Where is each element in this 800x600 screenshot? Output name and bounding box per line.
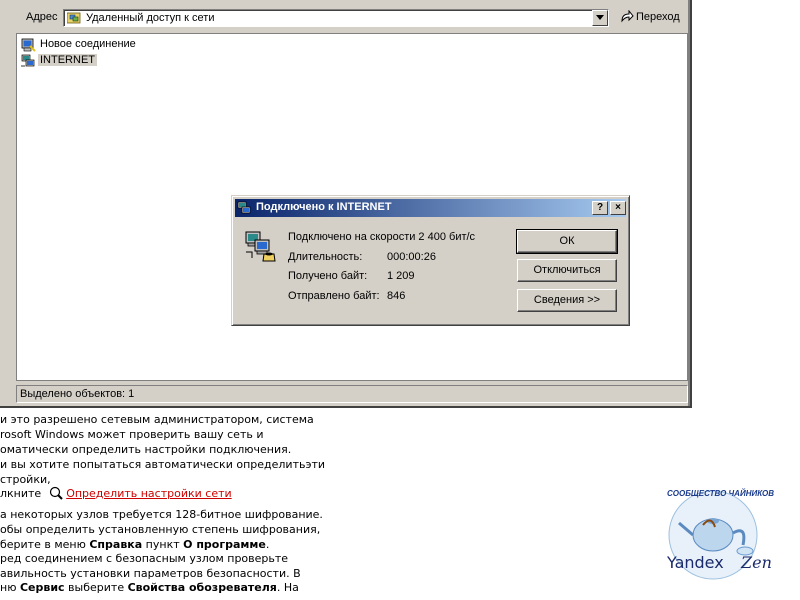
yandex-zen-logo: СООБЩЕСТВО ЧАЙНИКОВ Yandex Zen: [655, 485, 775, 585]
new-connection-icon: [21, 38, 36, 52]
help-browser-props: Свойства обозревателя: [127, 581, 277, 594]
address-label: Адрес: [26, 11, 58, 23]
received-value: 1 209: [387, 270, 415, 282]
status-text: Выделено объектов: 1: [20, 388, 135, 400]
help-text-line: а некоторых узлов требуется 128-битное ш…: [0, 508, 323, 521]
dialup-folder-icon: [67, 12, 81, 24]
duration-label: Длительность:: [288, 251, 363, 263]
connection-icon: [237, 201, 251, 214]
duration-value: 000:00:26: [387, 251, 436, 263]
detect-settings-link[interactable]: Определить настройки сети: [66, 487, 231, 500]
help-menu-item-word: пункт: [142, 538, 184, 551]
status-bar: Выделено объектов: 1: [16, 385, 688, 403]
dialog-titlebar[interactable]: Подключено к INTERNET ? ×: [235, 199, 626, 217]
help-text-line: rosoft Windows может проверить вашу сеть…: [0, 428, 264, 441]
help-service-line: ню Сервис выберите Свойства обозревателя…: [0, 580, 299, 595]
help-text-line: оматически определить настройки подключе…: [0, 443, 292, 456]
help-text-line: обы определить установленную степень шиф…: [0, 523, 321, 536]
explorer-right-edge: [688, 0, 690, 406]
explorer-left-edge: [0, 0, 16, 34]
go-button-label: Переход: [636, 11, 680, 23]
dialog-title: Подключено к INTERNET: [256, 201, 392, 213]
magnifier-icon: [49, 486, 63, 500]
go-arrow-icon: [621, 10, 634, 23]
help-service-end: . На: [276, 581, 299, 594]
help-menu-end: .: [265, 538, 270, 551]
address-dropdown-button[interactable]: [592, 10, 608, 26]
help-click-prefix: лкните: [0, 487, 42, 500]
help-text-line: стройки,: [0, 473, 51, 486]
help-choose: выберите: [64, 581, 128, 594]
help-text-line: и вы хотите попытаться автоматически опр…: [0, 458, 326, 471]
help-menu-prefix: берите в меню: [0, 538, 90, 551]
help-button[interactable]: ?: [592, 201, 608, 215]
sent-label: Отправлено байт:: [288, 290, 380, 302]
help-menu-about: О программе: [183, 538, 266, 551]
help-menu-help: Справка: [89, 538, 143, 551]
received-label: Получено байт:: [288, 270, 368, 282]
address-input-value[interactable]: Удаленный доступ к сети: [86, 12, 214, 24]
disconnect-button[interactable]: Отключиться: [517, 259, 617, 282]
speed-text: Подключено на скорости 2 400 бит/с: [288, 231, 476, 243]
dialup-connection-large-icon: [245, 231, 276, 262]
help-menu-line: берите в меню Справка пункт О программе.: [0, 537, 269, 552]
connection-status-dialog: Подключено к INTERNET ? × Подключено на …: [231, 195, 630, 326]
details-button[interactable]: Сведения >>: [517, 289, 617, 312]
help-click-line: лкните Определить настройки сети: [0, 486, 232, 501]
close-button[interactable]: ×: [610, 201, 626, 215]
chevron-down-icon: [596, 15, 604, 20]
go-button[interactable]: Переход: [618, 9, 684, 27]
help-service: Сервис: [19, 581, 65, 594]
help-text-line: авильность установки параметров безопасн…: [0, 567, 301, 580]
logo-top-text: СООБЩЕСТВО ЧАЙНИКОВ: [667, 489, 775, 498]
logo-yandex-text: Yandex: [667, 553, 724, 572]
ok-button[interactable]: ОК: [516, 229, 618, 254]
list-item-label: INTERNET: [38, 54, 97, 66]
list-item-label: Новое соединение: [40, 38, 136, 50]
help-text-line: и это разрешено сетевым администратором,…: [0, 413, 314, 426]
dialup-connection-icon: [21, 54, 35, 67]
address-combobox[interactable]: Удаленный доступ к сети: [63, 9, 609, 27]
help-service-prefix: ню: [0, 581, 20, 594]
help-text-line: ред соединением с безопасным узлом прове…: [0, 552, 289, 565]
sent-value: 846: [387, 290, 406, 302]
logo-zen-text: Zen: [741, 553, 772, 572]
